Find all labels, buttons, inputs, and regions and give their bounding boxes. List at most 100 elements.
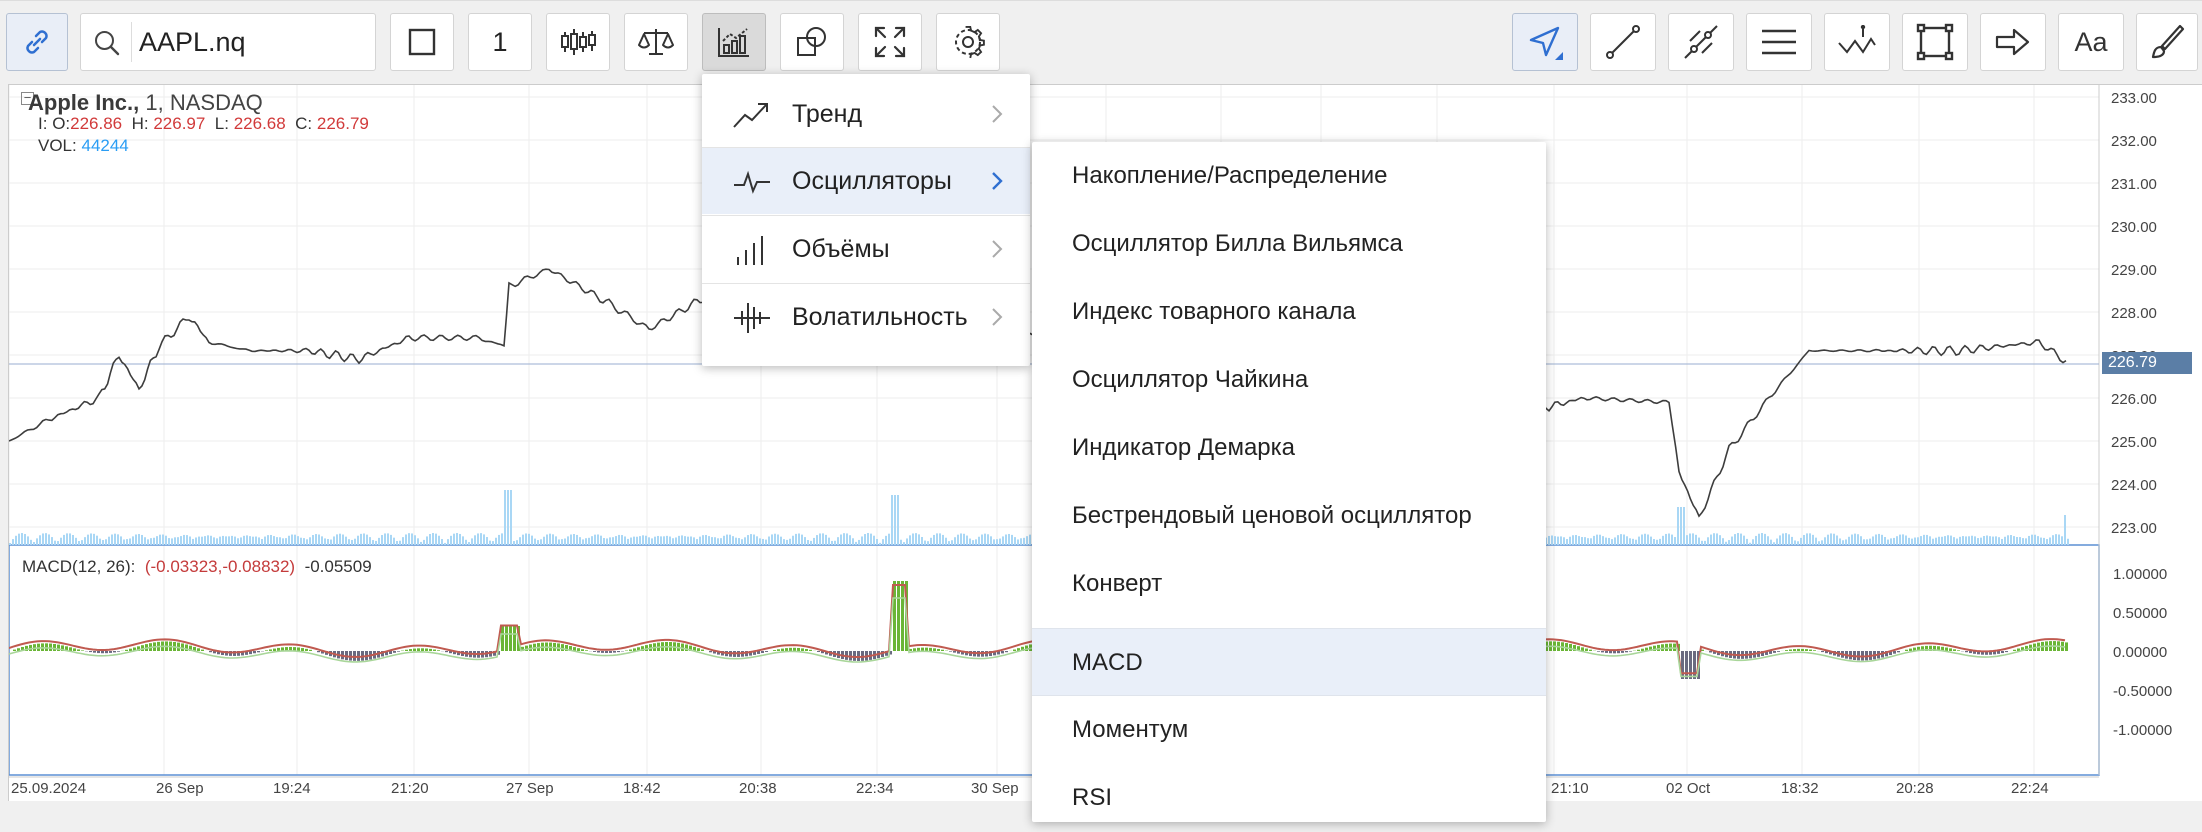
volume-bar [1680,507,1682,545]
volume-bar [396,541,398,545]
indicators-button[interactable] [702,13,766,71]
submenu-item-chaikin[interactable]: Осциллятор Чайкина [1032,346,1546,414]
menu-item-volumes[interactable]: Объёмы [702,216,1030,282]
submenu-item-accumulation-distribution[interactable]: Накопление/Распределение [1032,142,1546,210]
volume-bar [780,537,782,545]
volume-bar [450,536,452,545]
volume-bar [447,539,449,545]
ohlc-prefix: I: [38,114,47,133]
symbol-input[interactable] [139,24,359,60]
volume-bar [372,540,374,545]
volume-bar [30,540,32,545]
fibonacci-tool-button[interactable] [1746,13,1812,71]
volume-bar [708,536,710,545]
macd-histogram-bar [501,626,504,651]
volume-bar [906,538,908,545]
volume-bar [660,536,662,545]
compare-button[interactable] [624,13,688,71]
volume-bar [495,538,497,545]
submenu-item-dpo[interactable]: Бестрендовый ценовой осциллятор [1032,482,1546,550]
macd-histogram-bar [925,648,928,651]
volume-bar [1611,539,1613,545]
volume-bar [1641,535,1643,545]
line-tool-button[interactable] [1590,13,1656,71]
volume-bar [609,537,611,545]
volume-bar [897,495,899,545]
macd-histogram-bar [197,648,200,651]
macd-histogram-bar [445,651,448,652]
submenu-item-momentum[interactable]: Моментум [1032,696,1546,764]
volume-bar [501,533,503,545]
macd-histogram-bar [405,650,408,651]
pattern-tool-button[interactable] [1824,13,1890,71]
volume-bar [264,537,266,545]
symbol-search[interactable] [80,13,376,71]
macd-histogram-bar [937,649,940,651]
arrow-tool-button[interactable] [1980,13,2046,71]
shapes-button[interactable] [780,13,844,71]
macd-histogram-bar [597,651,600,653]
volume-bar [1563,537,1565,545]
volume-bar [342,535,344,545]
volume-bar [1821,540,1823,545]
settings-button[interactable] [936,13,1000,71]
macd-histogram-bar [949,651,952,652]
volume-bar [720,538,722,545]
submenu-item-cci[interactable]: Индекс товарного канала [1032,278,1546,346]
macd-histogram-bar [1689,651,1692,679]
volume-bar [189,537,191,545]
menu-item-oscillators[interactable]: Осцилляторы [702,148,1030,214]
submenu-item-demark[interactable]: Индикатор Демарка [1032,414,1546,482]
candles-button[interactable] [546,13,610,71]
macd-histogram-bar [1905,650,1908,651]
volume-label: VOL: [38,136,77,155]
volume-bar [1926,535,1928,545]
submenu-item-envelope[interactable]: Конверт [1032,550,1546,618]
brush-tool-button[interactable] [2136,13,2198,71]
volume-bar [1551,535,1553,545]
volume-bar [2019,537,2021,545]
volume-bar [1791,537,1793,545]
volume-bar [384,533,386,545]
volume-bar [543,537,545,545]
volume-bar [942,535,944,545]
volume-bar [939,533,941,545]
interval-button[interactable]: 1 [468,13,532,71]
volume-bar [378,538,380,545]
volume-bar [1587,538,1589,545]
channel-tool-button[interactable] [1668,13,1734,71]
volume-bar [2001,539,2003,545]
volume-bar [993,539,995,545]
rectangle-tool-button[interactable] [1902,13,1968,71]
macd-histogram-bar [1001,651,1004,653]
menu-item-volatility[interactable]: Волатильность [702,284,1030,350]
volume-bar [402,537,404,545]
volume-bar [1788,534,1790,545]
volume-bar [951,540,953,545]
cursor-mode-button[interactable] [1512,13,1578,71]
menu-item-trend[interactable]: Тренд [702,81,1030,147]
volume-bar [2049,537,2051,545]
submenu-item-macd[interactable]: MACD [1032,628,1546,696]
volume-bar [120,536,122,545]
volume-bar [339,534,341,545]
text-tool-button[interactable]: Aa [2058,13,2124,71]
volume-bar [1917,537,1919,545]
volume-bar [1968,536,1970,545]
volume-bar [1878,534,1880,545]
volume-bar [159,535,161,545]
submenu-item-rsi[interactable]: RSI [1032,764,1546,832]
fullscreen-button[interactable] [858,13,922,71]
volume-bar [459,534,461,545]
oscillators-label: Осцилляторы [792,167,952,196]
link-button[interactable] [6,13,68,71]
chart-type-button[interactable] [390,13,454,71]
candlestick-icon [560,26,596,58]
volume-bar [1029,535,1031,545]
submenu-item-bill-williams[interactable]: Осциллятор Билла Вильямса [1032,210,1546,278]
volume-bar [798,533,800,545]
volume-bar [1578,536,1580,545]
volume-bar [1839,538,1841,545]
oscillator-submenu: Накопление/Распределение Осциллятор Билл… [1032,142,1546,822]
macd-histogram-bar [1949,648,1952,651]
